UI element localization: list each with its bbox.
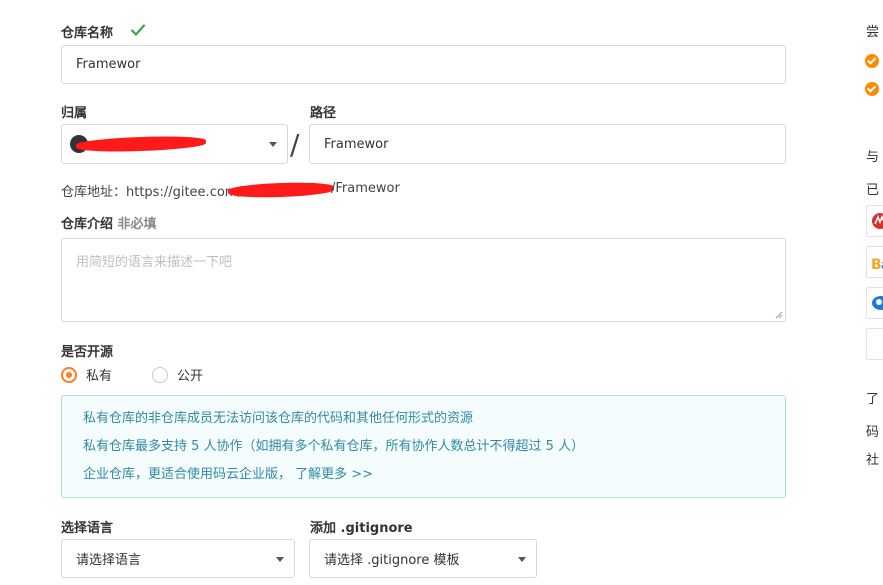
notice-line-1: 私有仓库的非仓库成员无法访问该仓库的代码和其他任何形式的资源	[83, 411, 474, 426]
owner-select[interactable]	[61, 124, 288, 164]
radio-private-dot[interactable]	[61, 366, 77, 383]
import-source-tile-1[interactable]	[866, 205, 883, 237]
radio-public-dot[interactable]	[152, 366, 168, 383]
owner-redaction	[75, 134, 207, 154]
address-redaction	[227, 181, 335, 199]
import-source-tile-2[interactable]: B a	[866, 246, 883, 278]
sidebar-title-1: 尝	[866, 25, 880, 40]
resize-handle-icon[interactable]	[775, 311, 783, 319]
repo-name-label: 仓库名称	[61, 26, 114, 41]
intro-placeholder: 用简短的语言来描述一下吧	[76, 255, 233, 270]
gitignore-select[interactable]: 请选择 .gitignore 模板	[309, 539, 537, 578]
chevron-down-icon	[518, 556, 526, 562]
sidebar-title-4: 了	[866, 392, 880, 407]
check-icon	[130, 24, 146, 36]
path-separator: /	[290, 128, 300, 161]
gitignore-label: 添加 .gitignore	[310, 521, 413, 536]
sidebar-title-2: 与	[866, 150, 880, 165]
repo-name-input[interactable]: Framewor	[61, 45, 786, 84]
repo-name-value: Framewor	[76, 57, 141, 72]
intro-label-text: 仓库介绍	[61, 217, 114, 232]
notice-line-2: 私有仓库最多支持 5 人协作（如拥有多个私有仓库，所有协作人数总计不得超过 5 …	[83, 439, 585, 454]
open-source-label: 是否开源	[61, 345, 114, 360]
repo-address-suffix: /Framewor	[331, 181, 400, 196]
notice-line-3: 企业仓库，更适合使用码云企业版， 了解更多 >>	[83, 466, 764, 494]
check-badge-icon	[865, 82, 879, 96]
repo-address: 仓库地址：https://gitee.com/	[61, 185, 242, 200]
language-label: 选择语言	[61, 521, 114, 536]
radio-private[interactable]: 私有	[61, 365, 112, 384]
brand-logo-icon	[872, 296, 883, 310]
chevron-down-icon	[276, 556, 284, 562]
radio-private-label: 私有	[86, 369, 113, 384]
radio-public[interactable]: 公开	[152, 365, 203, 384]
path-label: 路径	[310, 106, 337, 121]
intro-optional: 非必填	[117, 217, 157, 232]
brand-logo-icon: B a	[871, 257, 883, 273]
language-select[interactable]: 请选择语言	[61, 539, 295, 578]
gitignore-select-value: 请选择 .gitignore 模板	[324, 553, 460, 568]
path-value: Framewor	[324, 136, 389, 152]
owner-label: 归属	[61, 106, 88, 121]
path-input[interactable]: Framewor	[309, 124, 786, 164]
radio-public-label: 公开	[177, 369, 204, 384]
intro-textarea[interactable]: 用简短的语言来描述一下吧	[61, 238, 786, 322]
import-source-tile-4[interactable]	[866, 328, 883, 360]
chevron-down-icon	[269, 142, 277, 147]
brand-logo-icon	[872, 213, 883, 229]
notice-enterprise-text: 企业仓库，更适合使用码云企业版，	[83, 467, 292, 482]
sidebar-text-6: 社	[866, 453, 880, 468]
language-select-value: 请选择语言	[76, 553, 142, 568]
private-notice: 私有仓库的非仓库成员无法访问该仓库的代码和其他任何形式的资源 私有仓库最多支持 …	[61, 395, 786, 498]
import-source-tile-3[interactable]	[866, 287, 883, 319]
intro-label: 仓库介绍 非必填	[61, 213, 157, 232]
learn-more-link[interactable]: 了解更多 >>	[295, 467, 373, 482]
sidebar-text-5: 码	[866, 425, 880, 440]
check-badge-icon	[865, 54, 879, 68]
sidebar-text-3: 已	[866, 183, 880, 198]
